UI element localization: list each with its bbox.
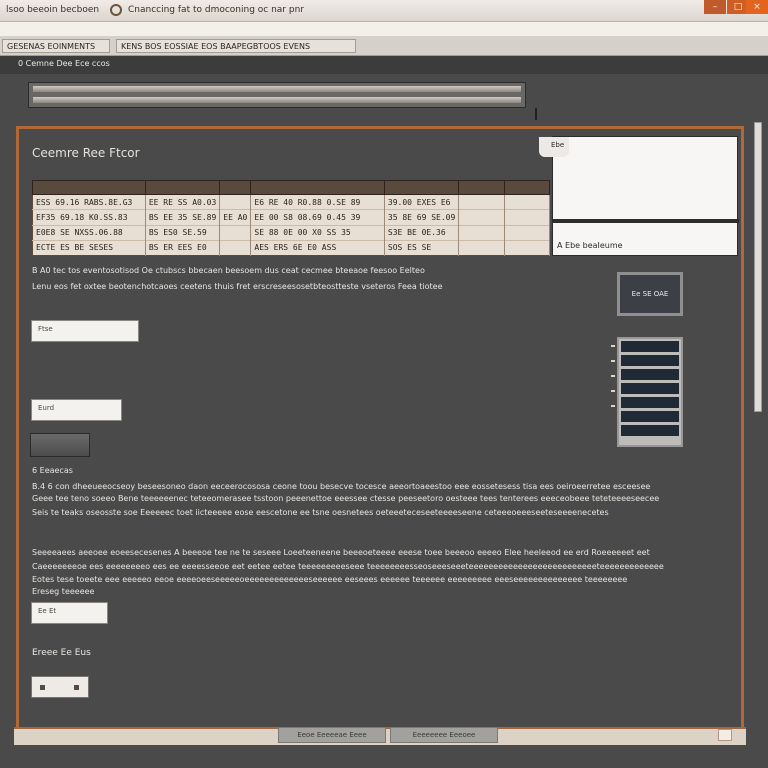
card-tab[interactable]: Ebe [539,137,569,157]
tab-details[interactable]: KENS BOS EOSSIAE EOS BAAPEGBTOOS EVENS [116,39,356,53]
paragraph-line: Seis te teaks oseosste soe Eeeeeec toet … [32,508,609,517]
text-field[interactable]: Ee Et [31,602,108,624]
table-cell: BS ES0 SE.59 [145,224,221,241]
panel-title: Ceemre Ree Ftcor [32,146,140,160]
marker-icon [611,405,615,407]
stack-item[interactable] [621,411,679,422]
title-bar: lsoo beeoin becboen Cnanccing fat to dmo… [0,0,768,22]
close-button[interactable]: × [746,0,768,14]
secondary-footer-button[interactable]: Eeeeeeee Eeeoee [390,727,498,743]
table-cell [504,239,551,256]
table-cell [458,209,505,225]
toolbar: 0 Cemne Dee Ece ccos [0,56,768,74]
table-cell: EE RE SS A0.03 [145,193,221,210]
primary-footer-button[interactable]: Eeoe Eeeeeae Eeee [278,727,386,743]
paragraph-line: Geee tee teno soeeo Bene teeeeeenec tete… [32,494,660,503]
table-row[interactable]: E0E8 SE NXSS.06.88 BS ES0 SE.59 SE 88 0E… [32,224,551,241]
table-cell [504,224,551,241]
table-cell [219,193,252,210]
square-icon [40,685,45,690]
table-cell: SE 88 0E 00 X0 SS 35 [250,224,385,241]
paragraph-line: B.4 6 con dheeueeocseoy beseesoneo daon … [32,482,651,491]
paragraph-line: Ereseg teeeeee [32,587,95,596]
table-cell [504,209,551,225]
column-header [219,180,252,195]
small-control[interactable] [31,676,89,698]
table-cell: E0E8 SE NXSS.06.88 [32,224,146,241]
paragraph-line: Caeeeeeeeoe ees eeeeeeeeo ees ee eeeesse… [32,562,664,571]
section-label: Ereee Ee Eus [32,648,91,658]
divider [535,108,537,120]
paragraph-line: Seeeeaees aeeoee eoeesecesenes A beeeoe … [32,548,650,557]
column-header [383,180,460,195]
marker-icon [611,390,615,392]
table-cell: E6 RE 40 R0.88 0.SE 89 [250,193,385,210]
horizontal-scroll-track[interactable] [28,82,526,108]
minimize-button[interactable]: – [704,0,726,14]
preview-card[interactable]: Ebe A Ebe beaIeume [539,136,739,256]
table-cell [458,193,505,210]
table-cell: EF35 69.18 K0.SS.83 [32,209,146,225]
card-divider [553,219,739,223]
table-cell [458,239,505,256]
stack-item[interactable] [621,355,679,366]
table-row[interactable]: EF35 69.18 K0.SS.83 BS EE 35 SE.89 EE A0… [32,209,551,225]
stack-item[interactable] [621,383,679,394]
window-title: Cnanccing fat to dmoconing oc nar pnr [128,5,304,15]
table-cell: BS EE 35 SE.89 [145,209,221,225]
gray-button[interactable] [30,433,90,457]
vertical-scrollbar[interactable] [754,122,762,412]
table-cell [219,239,252,256]
column-header [503,180,551,195]
table-cell [458,224,505,241]
table-cell: ECTE ES BE SESES [32,239,146,256]
square-icon [74,685,79,690]
section-label: 6 Eeaecas [32,466,73,475]
marker-icon [611,360,615,362]
table-cell: AES ERS 6E E0 ASS [250,239,385,256]
column-header [144,180,221,195]
marker-icon [611,345,615,347]
table-cell [504,193,551,210]
tab-strip [0,22,768,36]
action-button[interactable]: Ee SE OAE [617,272,683,316]
tab-general[interactable]: GESENAS EOINMENTS [2,39,110,53]
stack-item[interactable] [621,397,679,408]
stack-item[interactable] [621,369,679,380]
column-header [250,180,385,195]
table-header-row [32,180,551,195]
description-line: Lenu eos fet oxtee beotenchotcaoes ceete… [32,282,443,291]
card-caption: A Ebe beaIeume [557,241,623,250]
toolbar-label: 0 Cemne Dee Ece ccos [18,59,110,68]
marker-icon [611,375,615,377]
menu-bar: GESENAS EOINMENTS KENS BOS EOSSIAE EOS B… [0,36,768,56]
app-name: lsoo beeoin becboen [6,5,100,15]
app-icon [110,4,122,16]
stack-item[interactable] [621,341,679,352]
table-cell: BS ER EES E0 [145,239,221,256]
scroll-thumb[interactable] [33,97,521,103]
description-line: B A0 tec tos eventosotisod Oe ctubscs bb… [32,266,425,275]
table-cell: 35 8E 69 SE.09 [384,209,460,225]
text-field[interactable]: Eurd [31,399,122,421]
scroll-thumb[interactable] [33,86,521,92]
resize-grip-icon[interactable] [718,729,732,741]
data-table: ESS 69.16 RABS.8E.G3 EE RE SS A0.03 E6 R… [32,180,551,256]
column-header [458,180,505,195]
paragraph-line: Eotes tese toeete eee eeeeeo eeoe eeeeoe… [32,575,628,584]
text-field[interactable]: Ftse [31,320,139,342]
table-cell [219,224,252,241]
table-cell: 39.00 EXES E6 [384,193,460,210]
table-cell: EE A0 [219,209,252,225]
table-row[interactable]: ESS 69.16 RABS.8E.G3 EE RE SS A0.03 E6 R… [32,193,551,210]
column-header [32,180,146,195]
table-cell: S3E BE 0E.36 [384,224,460,241]
table-cell: SOS ES SE [384,239,460,256]
table-row[interactable]: ECTE ES BE SESES BS ER EES E0 AES ERS 6E… [32,239,551,256]
stack-list [617,337,683,447]
stack-item[interactable] [621,425,679,436]
table-cell: ESS 69.16 RABS.8E.G3 [32,193,146,210]
table-cell: EE 00 S8 08.69 0.45 39 [250,209,385,225]
